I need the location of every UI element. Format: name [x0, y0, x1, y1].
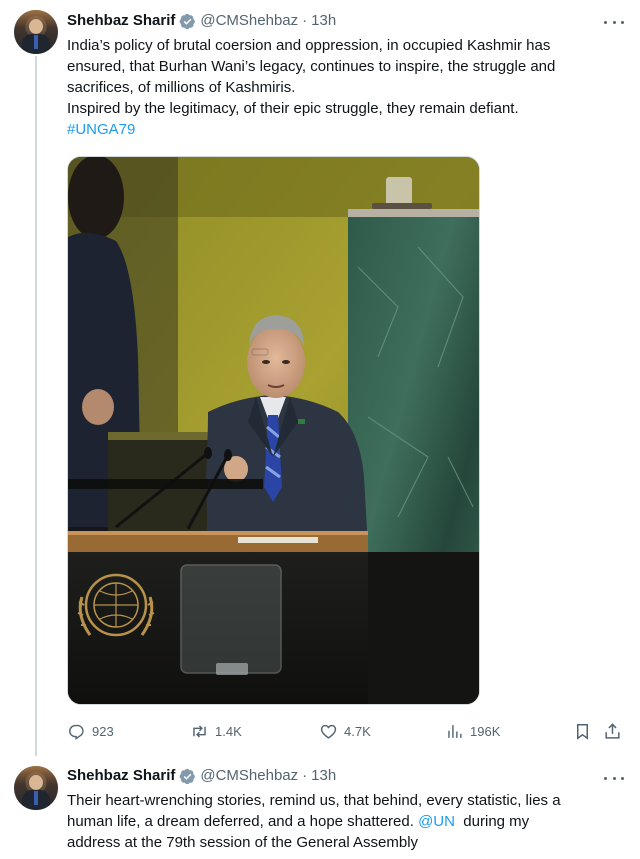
- tweet-text: Their heart-wrenching stories, remind us…: [67, 790, 627, 853]
- avatar[interactable]: [14, 766, 58, 810]
- repost-count: 1.4K: [215, 723, 242, 739]
- tweet[interactable]: Shehbaz Sharif @CMShehbaz · 13h India’s …: [0, 0, 640, 757]
- photo-speaker-at-podium: [68, 157, 479, 704]
- tweet-text-line: India’s policy of brutal coersion and op…: [67, 37, 551, 54]
- more-icon[interactable]: [604, 14, 624, 30]
- tweet-header: Shehbaz Sharif @CMShehbaz · 13h: [67, 11, 336, 31]
- bookmark-icon: [576, 723, 589, 740]
- tweet-text-line: Their heart-wrenching stories, remind us…: [67, 792, 561, 809]
- separator-dot: ·: [302, 12, 308, 29]
- tweet-header: Shehbaz Sharif @CMShehbaz · 13h: [67, 766, 336, 786]
- tweet-actions: 923 1.4K 4.7K 196K: [67, 719, 627, 743]
- views-icon: [448, 724, 462, 738]
- avatar[interactable]: [14, 10, 58, 54]
- avatar-tie: [34, 791, 38, 805]
- tweet-text-fragment: during my: [454, 813, 530, 830]
- author-handle[interactable]: @CMShehbaz: [200, 11, 298, 31]
- tweet-text: India’s policy of brutal coersion and op…: [67, 35, 627, 140]
- repost-button[interactable]: 1.4K: [190, 719, 242, 743]
- tweet-text-line: address at the 79th session of the Gener…: [67, 834, 419, 851]
- reply-icon: [69, 724, 84, 740]
- author-name[interactable]: Shehbaz Sharif: [67, 766, 175, 786]
- mention-link[interactable]: @UN: [418, 813, 455, 830]
- reply-count: 923: [92, 723, 114, 739]
- hashtag-link[interactable]: #UNGA79: [67, 121, 135, 138]
- tweet-text-line: Inspired by the legitimacy, of their epi…: [67, 100, 519, 117]
- tweet-photo[interactable]: [67, 156, 480, 705]
- author-name[interactable]: Shehbaz Sharif: [67, 11, 175, 31]
- views-count: 196K: [470, 723, 501, 739]
- author-handle[interactable]: @CMShehbaz: [200, 766, 298, 786]
- reply-button[interactable]: 923: [67, 719, 114, 743]
- verified-badge-icon: [179, 768, 196, 784]
- tweet-text-line: ensured, that Burhan Wani’s legacy, cont…: [67, 58, 556, 75]
- share-button[interactable]: [603, 719, 622, 743]
- tweet-text-line: human life, a dream deferred, and a hope…: [67, 811, 627, 832]
- like-icon: [320, 724, 337, 739]
- more-icon[interactable]: [604, 770, 624, 786]
- repost-icon: [193, 724, 206, 738]
- avatar-head: [29, 775, 43, 790]
- share-icon: [605, 722, 620, 739]
- like-button[interactable]: 4.7K: [319, 719, 371, 743]
- avatar-head: [29, 19, 43, 34]
- timestamp[interactable]: 13h: [311, 11, 336, 31]
- like-count: 4.7K: [344, 723, 371, 739]
- bookmark-button[interactable]: [573, 719, 592, 743]
- separator-dot: ·: [302, 767, 308, 784]
- tweet-text-fragment: human life, a dream deferred, and a hope…: [67, 813, 419, 830]
- tweet[interactable]: Shehbaz Sharif @CMShehbaz · 13h Their he…: [0, 757, 640, 859]
- timestamp[interactable]: 13h: [311, 766, 336, 786]
- tweet-text-line: sacrifices, of millions of Kashmiris.: [67, 79, 296, 96]
- avatar-tie: [34, 35, 38, 49]
- verified-badge-icon: [179, 13, 196, 29]
- views-button[interactable]: 196K: [445, 719, 500, 743]
